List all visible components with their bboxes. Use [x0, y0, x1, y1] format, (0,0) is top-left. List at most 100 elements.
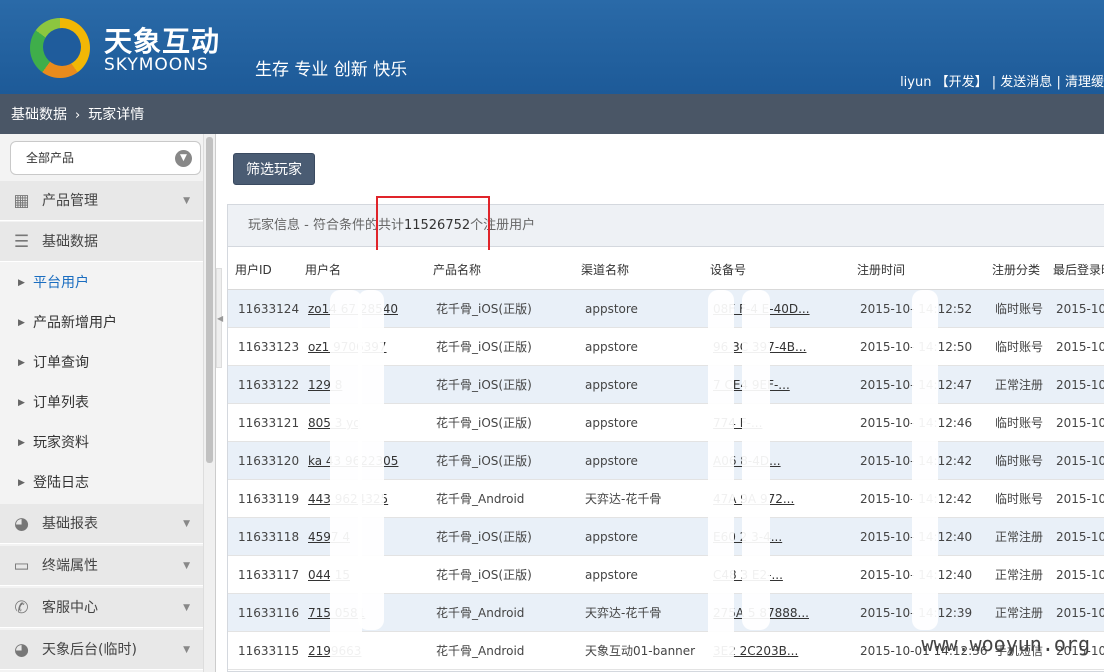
- product-select-value: 全部产品: [26, 151, 75, 165]
- logo-chinese-name: 天象互动: [104, 25, 221, 58]
- product-select[interactable]: 全部产品 ▼: [10, 141, 201, 175]
- breadcrumb-root[interactable]: 基础数据: [11, 107, 67, 123]
- bullet-icon: ▶: [18, 438, 25, 448]
- pie-chart-icon: ◕: [14, 640, 29, 660]
- cell-user-id: 11633118: [238, 530, 300, 544]
- cell-product: 花千骨_iOS(正版): [436, 378, 532, 392]
- nav-separator: |: [1056, 75, 1061, 90]
- menu-terminal-attributes[interactable]: ▭ 终端属性 ▼: [0, 546, 203, 586]
- sidebar-collapse-handle[interactable]: ◀: [216, 268, 223, 368]
- cell-product: 花千骨_iOS(正版): [436, 416, 532, 430]
- cell-user-id: 11633120: [238, 454, 300, 468]
- bullet-icon: ▶: [18, 358, 25, 368]
- highlight-box: [376, 196, 490, 253]
- list-icon: ☰: [13, 232, 30, 252]
- monitor-icon: ▭: [13, 556, 30, 576]
- sidebar-item-label: 订单列表: [33, 395, 89, 411]
- bullet-icon: ▶: [18, 318, 25, 328]
- column-header: 用户ID: [235, 263, 272, 277]
- cell-register-type: 临时账号: [995, 340, 1044, 354]
- cell-channel: appstore: [585, 416, 638, 430]
- bullet-icon: ▶: [18, 398, 25, 408]
- menu-skymoons-backend[interactable]: ◕ 天象后台(临时) ▼: [0, 630, 203, 670]
- cell-product: 花千骨_iOS(正版): [436, 568, 532, 582]
- column-header: 设备号: [710, 263, 747, 277]
- column-header: 注册时间: [857, 263, 906, 277]
- redaction-mask: [358, 290, 384, 630]
- bullet-icon: ▶: [18, 278, 25, 288]
- sidebar-scrollbar[interactable]: [203, 134, 215, 672]
- slogan: 生存 专业 创新 快乐: [255, 60, 408, 80]
- menu-label: 客服中心: [42, 600, 98, 616]
- cell-user-id: 11633117: [238, 568, 300, 582]
- cell-product: 花千骨_Android: [436, 644, 525, 658]
- breadcrumb-current: 玩家详情: [88, 107, 145, 123]
- cell-register-type: 正常注册: [995, 606, 1044, 620]
- bullet-icon: ▶: [18, 478, 25, 488]
- skymoons-logo-icon: [30, 18, 90, 78]
- cell-channel: appstore: [585, 378, 638, 392]
- cell-user-id: 11633119: [238, 492, 300, 506]
- sidebar-item-order-list[interactable]: ▶ 订单列表: [0, 383, 203, 423]
- cell-last-login: 2015-10: [1056, 302, 1104, 316]
- cell-channel: 天弈达-花千骨: [585, 606, 662, 620]
- menu-basic-data[interactable]: ☰ 基础数据: [0, 222, 203, 262]
- cell-user-id: 11633124: [238, 302, 300, 316]
- table-header: 用户ID 用户名 产品名称 渠道名称 设备号 注册时间 注册分类 最后登录时: [228, 250, 1104, 290]
- cell-product: 花千骨_iOS(正版): [436, 302, 532, 316]
- menu-label: 终端属性: [42, 558, 98, 574]
- caret-down-icon: ▼: [183, 196, 190, 206]
- menu-customer-service[interactable]: ✆ 客服中心 ▼: [0, 588, 203, 628]
- menu-product-management[interactable]: ▦ 产品管理 ▼: [0, 181, 203, 221]
- sidebar-item-platform-users[interactable]: ▶ 平台用户: [0, 263, 203, 303]
- cell-last-login: 2015-10: [1056, 416, 1104, 430]
- redaction-mask: [708, 290, 734, 666]
- cell-last-login: 2015-10: [1056, 530, 1104, 544]
- cell-channel: 天弈达-花千骨: [585, 492, 662, 506]
- chevron-right-icon: ›: [75, 108, 81, 123]
- cell-product: 花千骨_Android: [436, 492, 525, 506]
- column-header: 注册分类: [992, 263, 1041, 277]
- cell-last-login: 2015-10: [1056, 340, 1104, 354]
- phone-icon: ✆: [14, 598, 29, 618]
- cell-channel: appstore: [585, 530, 638, 544]
- cell-register-type: 正常注册: [995, 530, 1044, 544]
- grid-icon: ▦: [13, 191, 30, 211]
- cell-register-type: 临时账号: [995, 416, 1044, 430]
- sidebar-item-label: 玩家资料: [33, 435, 89, 451]
- menu-basic-reports[interactable]: ◕ 基础报表 ▼: [0, 504, 203, 544]
- menu-label: 天象后台(临时): [42, 642, 137, 658]
- cell-channel: appstore: [585, 340, 638, 354]
- sidebar-item-order-query[interactable]: ▶ 订单查询: [0, 343, 203, 383]
- sidebar-item-login-log[interactable]: ▶ 登陆日志: [0, 463, 203, 503]
- cell-product: 花千骨_iOS(正版): [436, 530, 532, 544]
- logo-english-name: SKYMOONS: [104, 55, 209, 75]
- column-header: 产品名称: [433, 263, 482, 277]
- scrollbar-thumb[interactable]: [206, 137, 213, 463]
- filter-players-button[interactable]: 筛选玩家: [233, 153, 315, 185]
- panel-header: 玩家信息 - 符合条件的共计11526752个注册用户: [228, 205, 1104, 247]
- sidebar-item-label: 订单查询: [33, 355, 89, 371]
- sidebar-item-player-profile[interactable]: ▶ 玩家资料: [0, 423, 203, 463]
- cell-register-type: 临时账号: [995, 454, 1044, 468]
- user-link[interactable]: liyun: [900, 75, 931, 90]
- column-header: 渠道名称: [581, 263, 630, 277]
- column-header: 最后登录时: [1053, 263, 1104, 277]
- cell-channel: appstore: [585, 302, 638, 316]
- cell-channel: appstore: [585, 454, 638, 468]
- breadcrumb: 基础数据 › 玩家详情: [0, 94, 1104, 134]
- sidebar-item-label: 平台用户: [33, 275, 89, 291]
- menu-label: 产品管理: [42, 193, 98, 209]
- chevron-down-icon: ▼: [175, 150, 192, 167]
- sidebar-item-new-users[interactable]: ▶ 产品新增用户: [0, 303, 203, 343]
- cell-user-id: 11633116: [238, 606, 300, 620]
- watermark: www.wooyun.org: [921, 632, 1090, 656]
- app-header: 天象互动 SKYMOONS 生存 专业 创新 快乐 liyun 【开发】 | 发…: [0, 0, 1104, 94]
- nav-separator: |: [991, 75, 997, 90]
- user-role: 【开发】: [935, 75, 988, 90]
- cell-channel: 天象互动01-banner: [585, 644, 696, 658]
- send-message-link[interactable]: 发送消息: [1000, 75, 1052, 90]
- sidebar-item-label: 登陆日志: [33, 475, 89, 491]
- caret-down-icon: ▼: [183, 519, 190, 529]
- clear-cache-link[interactable]: 清理缓: [1065, 75, 1104, 90]
